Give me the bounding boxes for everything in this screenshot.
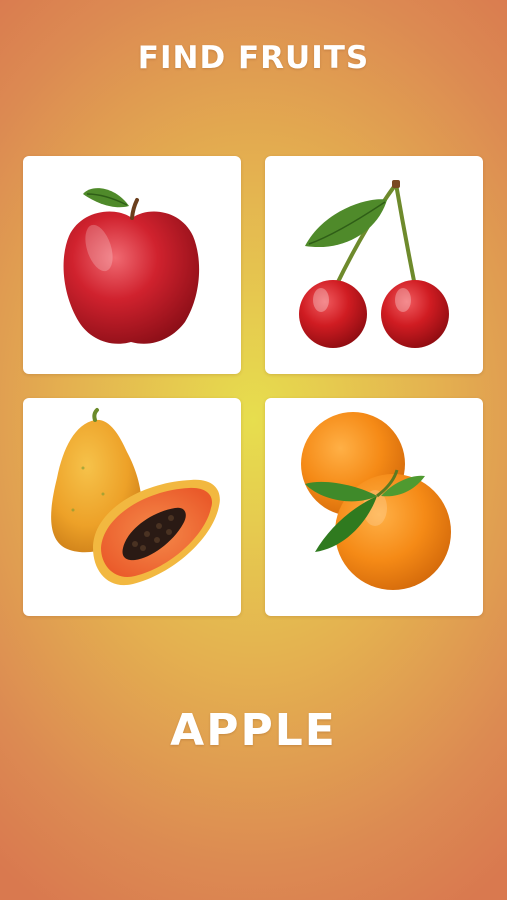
- papaya-icon: [51, 408, 220, 586]
- fruit-card-papaya[interactable]: [23, 398, 241, 616]
- cherries-icon: [299, 180, 449, 348]
- apple-icon: [63, 188, 200, 344]
- fruit-card-oranges[interactable]: [265, 398, 483, 616]
- oranges-icon: [301, 412, 451, 590]
- game-title: FIND FRUITS: [137, 40, 370, 76]
- fruit-card-cherries[interactable]: [265, 156, 483, 374]
- fruit-card-apple[interactable]: [23, 156, 241, 374]
- target-fruit-word: APPLE: [170, 705, 337, 756]
